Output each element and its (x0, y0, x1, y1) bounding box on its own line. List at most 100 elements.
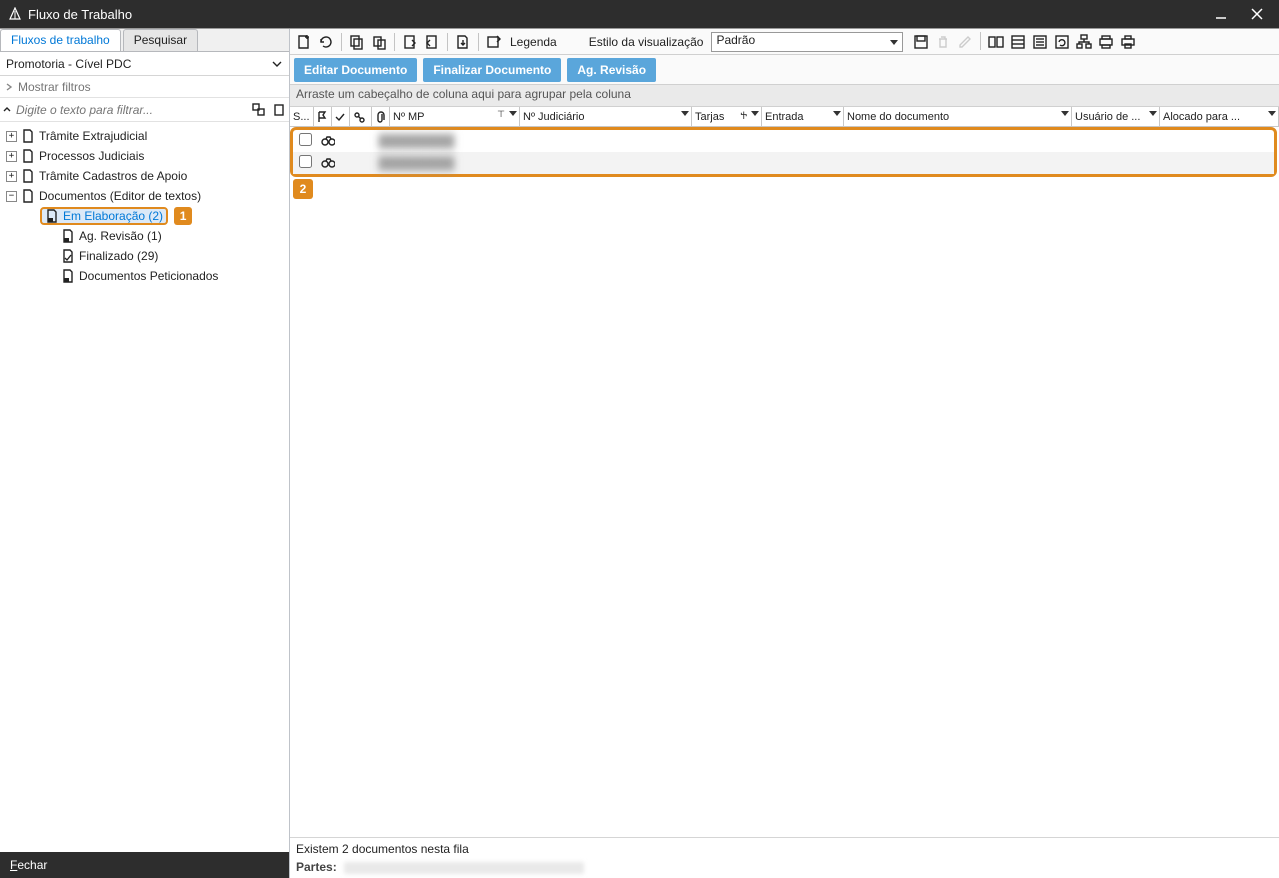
grid-view-double-button[interactable] (986, 32, 1006, 52)
tree-node-tramite-extrajudicial[interactable]: + Trâmite Extrajudicial (0, 126, 289, 146)
page-icon (61, 229, 75, 243)
main-panel: Legenda Estilo da visualização Padrão Ed… (290, 29, 1279, 878)
close-button[interactable]: Fechar (0, 852, 289, 878)
refresh-button[interactable] (316, 32, 336, 52)
table-row[interactable]: ████████ (293, 152, 1274, 174)
context-combo[interactable]: Promotoria - Cível PDC (0, 52, 289, 76)
binoculars-icon[interactable] (317, 157, 339, 169)
tab-search[interactable]: Pesquisar (123, 29, 198, 51)
col-alocado[interactable]: Alocado para ... (1160, 107, 1279, 126)
show-filters-label: Mostrar filtros (18, 80, 91, 94)
status-count: Existem 2 documentos nesta fila (296, 842, 1273, 856)
refresh-grid-button[interactable] (1052, 32, 1072, 52)
page-icon (21, 189, 35, 203)
clipboard-out-button[interactable] (422, 32, 442, 52)
partes-row: Partes: (296, 860, 1273, 874)
attach-button[interactable] (484, 32, 504, 52)
col-flag[interactable] (314, 107, 332, 126)
tree-node-tramite-cadastros[interactable]: + Trâmite Cadastros de Apoio (0, 166, 289, 186)
print-preview-button[interactable] (1096, 32, 1116, 52)
rows-highlight-box: ████████ ████████ (290, 127, 1277, 177)
paste-button[interactable] (369, 32, 389, 52)
title-bar: Fluxo de Trabalho (0, 0, 1279, 28)
redacted-partes (344, 862, 584, 874)
binoculars-icon[interactable] (317, 135, 339, 147)
list-view-button[interactable] (1008, 32, 1028, 52)
tree-node-documentos-peticionados[interactable]: Documentos Peticionados (0, 266, 289, 286)
col-tarjas[interactable]: TarjasႵ (692, 107, 762, 126)
col-link[interactable] (350, 107, 372, 126)
tree-node-finalizado[interactable]: Finalizado (29) (0, 246, 289, 266)
export-button[interactable] (453, 32, 473, 52)
main-toolbar: Legenda Estilo da visualização Padrão (290, 29, 1279, 55)
col-numero-mp[interactable]: Nº MP⊤ (390, 107, 520, 126)
col-attach[interactable] (372, 107, 390, 126)
group-by-panel[interactable]: Arraste um cabeçalho de coluna aqui para… (290, 85, 1279, 107)
expand-icon[interactable]: + (6, 151, 17, 162)
pin-icon: ⊤ (497, 109, 505, 120)
collapse-icon[interactable]: − (6, 191, 17, 202)
expand-icon[interactable]: + (6, 131, 17, 142)
expand-all-button[interactable] (251, 102, 267, 118)
col-check[interactable] (332, 107, 350, 126)
hierarchy-button[interactable] (1074, 32, 1094, 52)
tab-workflows[interactable]: Fluxos de trabalho (0, 29, 121, 51)
grid-header: S... Nº MP⊤ Nº Judiciário TarjasႵ Entrad… (290, 107, 1279, 127)
edit-layout-button[interactable] (955, 32, 975, 52)
legend-button[interactable]: Legenda (510, 35, 557, 49)
col-selection[interactable]: S... (290, 107, 314, 126)
context-combo-value: Promotoria - Cível PDC (6, 57, 271, 71)
col-entrada[interactable]: Entrada (762, 107, 844, 126)
window-minimize-button[interactable] (1213, 6, 1229, 22)
card-view-button[interactable] (1030, 32, 1050, 52)
expand-icon[interactable]: + (6, 171, 17, 182)
copy-button[interactable] (347, 32, 367, 52)
window-close-button[interactable] (1249, 6, 1265, 22)
status-bar: Existem 2 documentos nesta fila Partes: (290, 837, 1279, 878)
app-icon (8, 7, 22, 21)
clipboard-in-button[interactable] (400, 32, 420, 52)
tree-node-em-elaboracao[interactable]: Em Elaboração (2) 1 (0, 206, 289, 226)
viz-style-label: Estilo da visualização (589, 35, 704, 49)
redacted-cell: ████████ (379, 156, 455, 170)
page-icon (21, 149, 35, 163)
table-row[interactable]: ████████ (293, 130, 1274, 152)
tree-node-processos-judiciais[interactable]: + Processos Judiciais (0, 146, 289, 166)
row-checkbox[interactable] (293, 155, 317, 171)
page-icon (61, 249, 75, 263)
page-icon (45, 209, 59, 223)
collapse-tree-button[interactable] (2, 105, 14, 115)
partes-label: Partes: (296, 860, 337, 874)
workflow-tree: + Trâmite Extrajudicial + Processos Judi… (0, 122, 289, 852)
page-icon (21, 169, 35, 183)
page-icon (21, 129, 35, 143)
tree-filter-input[interactable] (16, 103, 249, 117)
sidebar-tabs: Fluxos de trabalho Pesquisar (0, 29, 289, 52)
show-filters-toggle[interactable]: Mostrar filtros (0, 76, 289, 98)
new-document-button[interactable] (294, 32, 314, 52)
tree-node-documentos-editor[interactable]: − Documentos (Editor de textos) (0, 186, 289, 206)
collapse-all-button[interactable] (271, 102, 287, 118)
close-hotkey: F (10, 858, 17, 872)
viz-style-select[interactable]: Padrão (711, 32, 903, 52)
window-title: Fluxo de Trabalho (28, 7, 1213, 22)
page-icon (61, 269, 75, 283)
col-nome-documento[interactable]: Nome do documento (844, 107, 1072, 126)
col-numero-judiciario[interactable]: Nº Judiciário (520, 107, 692, 126)
chevron-down-icon (271, 58, 283, 70)
chevron-right-icon (4, 82, 14, 92)
save-layout-button[interactable] (911, 32, 931, 52)
callout-badge-2: 2 (293, 179, 313, 199)
edit-document-button[interactable]: Editar Documento (294, 58, 417, 82)
delete-layout-button[interactable] (933, 32, 953, 52)
finalize-document-button[interactable]: Finalizar Documento (423, 58, 561, 82)
row-checkbox[interactable] (293, 133, 317, 149)
print-button[interactable] (1118, 32, 1138, 52)
send-review-button[interactable]: Ag. Revisão (567, 58, 656, 82)
action-buttons-row: Editar Documento Finalizar Documento Ag.… (290, 55, 1279, 85)
sidebar: Fluxos de trabalho Pesquisar Promotoria … (0, 29, 290, 878)
col-usuario[interactable]: Usuário de ... (1072, 107, 1160, 126)
redacted-cell: ████████ (379, 134, 455, 148)
callout-badge-1: 1 (174, 207, 192, 225)
tree-node-ag-revisao[interactable]: Ag. Revisão (1) (0, 226, 289, 246)
